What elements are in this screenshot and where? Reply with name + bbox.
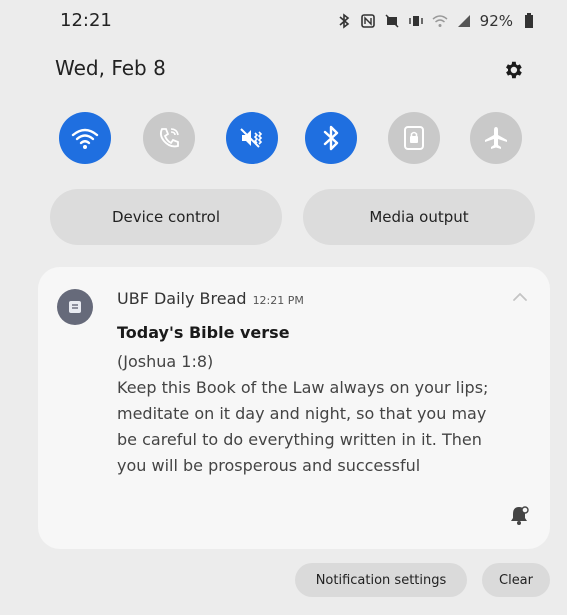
notification-text-line: meditate on it day and night, so that yo…: [117, 404, 487, 423]
quick-settings-tiles: [0, 112, 567, 182]
bluetooth-icon: [336, 13, 352, 29]
signal-icon: [456, 13, 472, 29]
wifi-calling-tile[interactable]: [143, 112, 195, 164]
notification-header: UBF Daily Bread 12:21 PM: [117, 289, 304, 308]
gear-icon: [506, 61, 522, 79]
device-control-button[interactable]: Device control: [50, 189, 282, 245]
notification-alert-button[interactable]: [506, 502, 532, 528]
notification-body: (Joshua 1:8) Keep this Book of the Law a…: [117, 349, 537, 479]
bluetooth-icon: [323, 125, 339, 151]
sound-mode-tile[interactable]: [226, 112, 278, 164]
lock-icon: [404, 126, 424, 150]
clear-button[interactable]: Clear: [482, 563, 550, 597]
notification-text-line: you will be prosperous and successful: [117, 456, 421, 475]
bluetooth-tile[interactable]: [305, 112, 357, 164]
notification-text-line: Keep this Book of the Law always on your…: [117, 378, 489, 397]
vibrate-icon: [240, 128, 263, 148]
wifi-icon: [71, 128, 99, 149]
nfc-icon: [360, 13, 376, 29]
notification-text-line: be careful to do everything written in i…: [117, 430, 482, 449]
vibrate-icon: [408, 13, 424, 29]
chevron-up-icon[interactable]: [512, 291, 528, 303]
status-time: 12:21: [60, 10, 112, 31]
notification-time: 12:21 PM: [252, 294, 304, 307]
notification-title: Today's Bible verse: [117, 323, 290, 342]
airplane-tile[interactable]: [470, 112, 522, 164]
media-output-button[interactable]: Media output: [303, 189, 535, 245]
notification-settings-button[interactable]: Notification settings: [295, 563, 467, 597]
settings-gear-button[interactable]: [501, 58, 525, 82]
date-label: Wed, Feb 8: [55, 56, 166, 80]
notification-app-name: UBF Daily Bread: [117, 289, 247, 308]
mute-icon: [384, 13, 400, 29]
notification-shade: 12:21 92% Wed, Feb 8 Device control Medi…: [0, 0, 567, 615]
lock-tile[interactable]: [388, 112, 440, 164]
wifi-icon: [432, 13, 448, 29]
book-icon: [69, 301, 81, 313]
airplane-icon: [485, 127, 507, 149]
battery-percent: 92%: [479, 12, 513, 30]
notification-reference: (Joshua 1:8): [117, 352, 214, 371]
wifi-call-icon: [159, 128, 179, 148]
app-icon: [57, 289, 93, 325]
wifi-tile[interactable]: [59, 112, 111, 164]
bell-settings-icon: [511, 506, 529, 525]
status-icons: 92%: [336, 12, 537, 30]
battery-icon: [521, 13, 537, 29]
notification-card[interactable]: UBF Daily Bread 12:21 PM Today's Bible v…: [38, 267, 550, 549]
